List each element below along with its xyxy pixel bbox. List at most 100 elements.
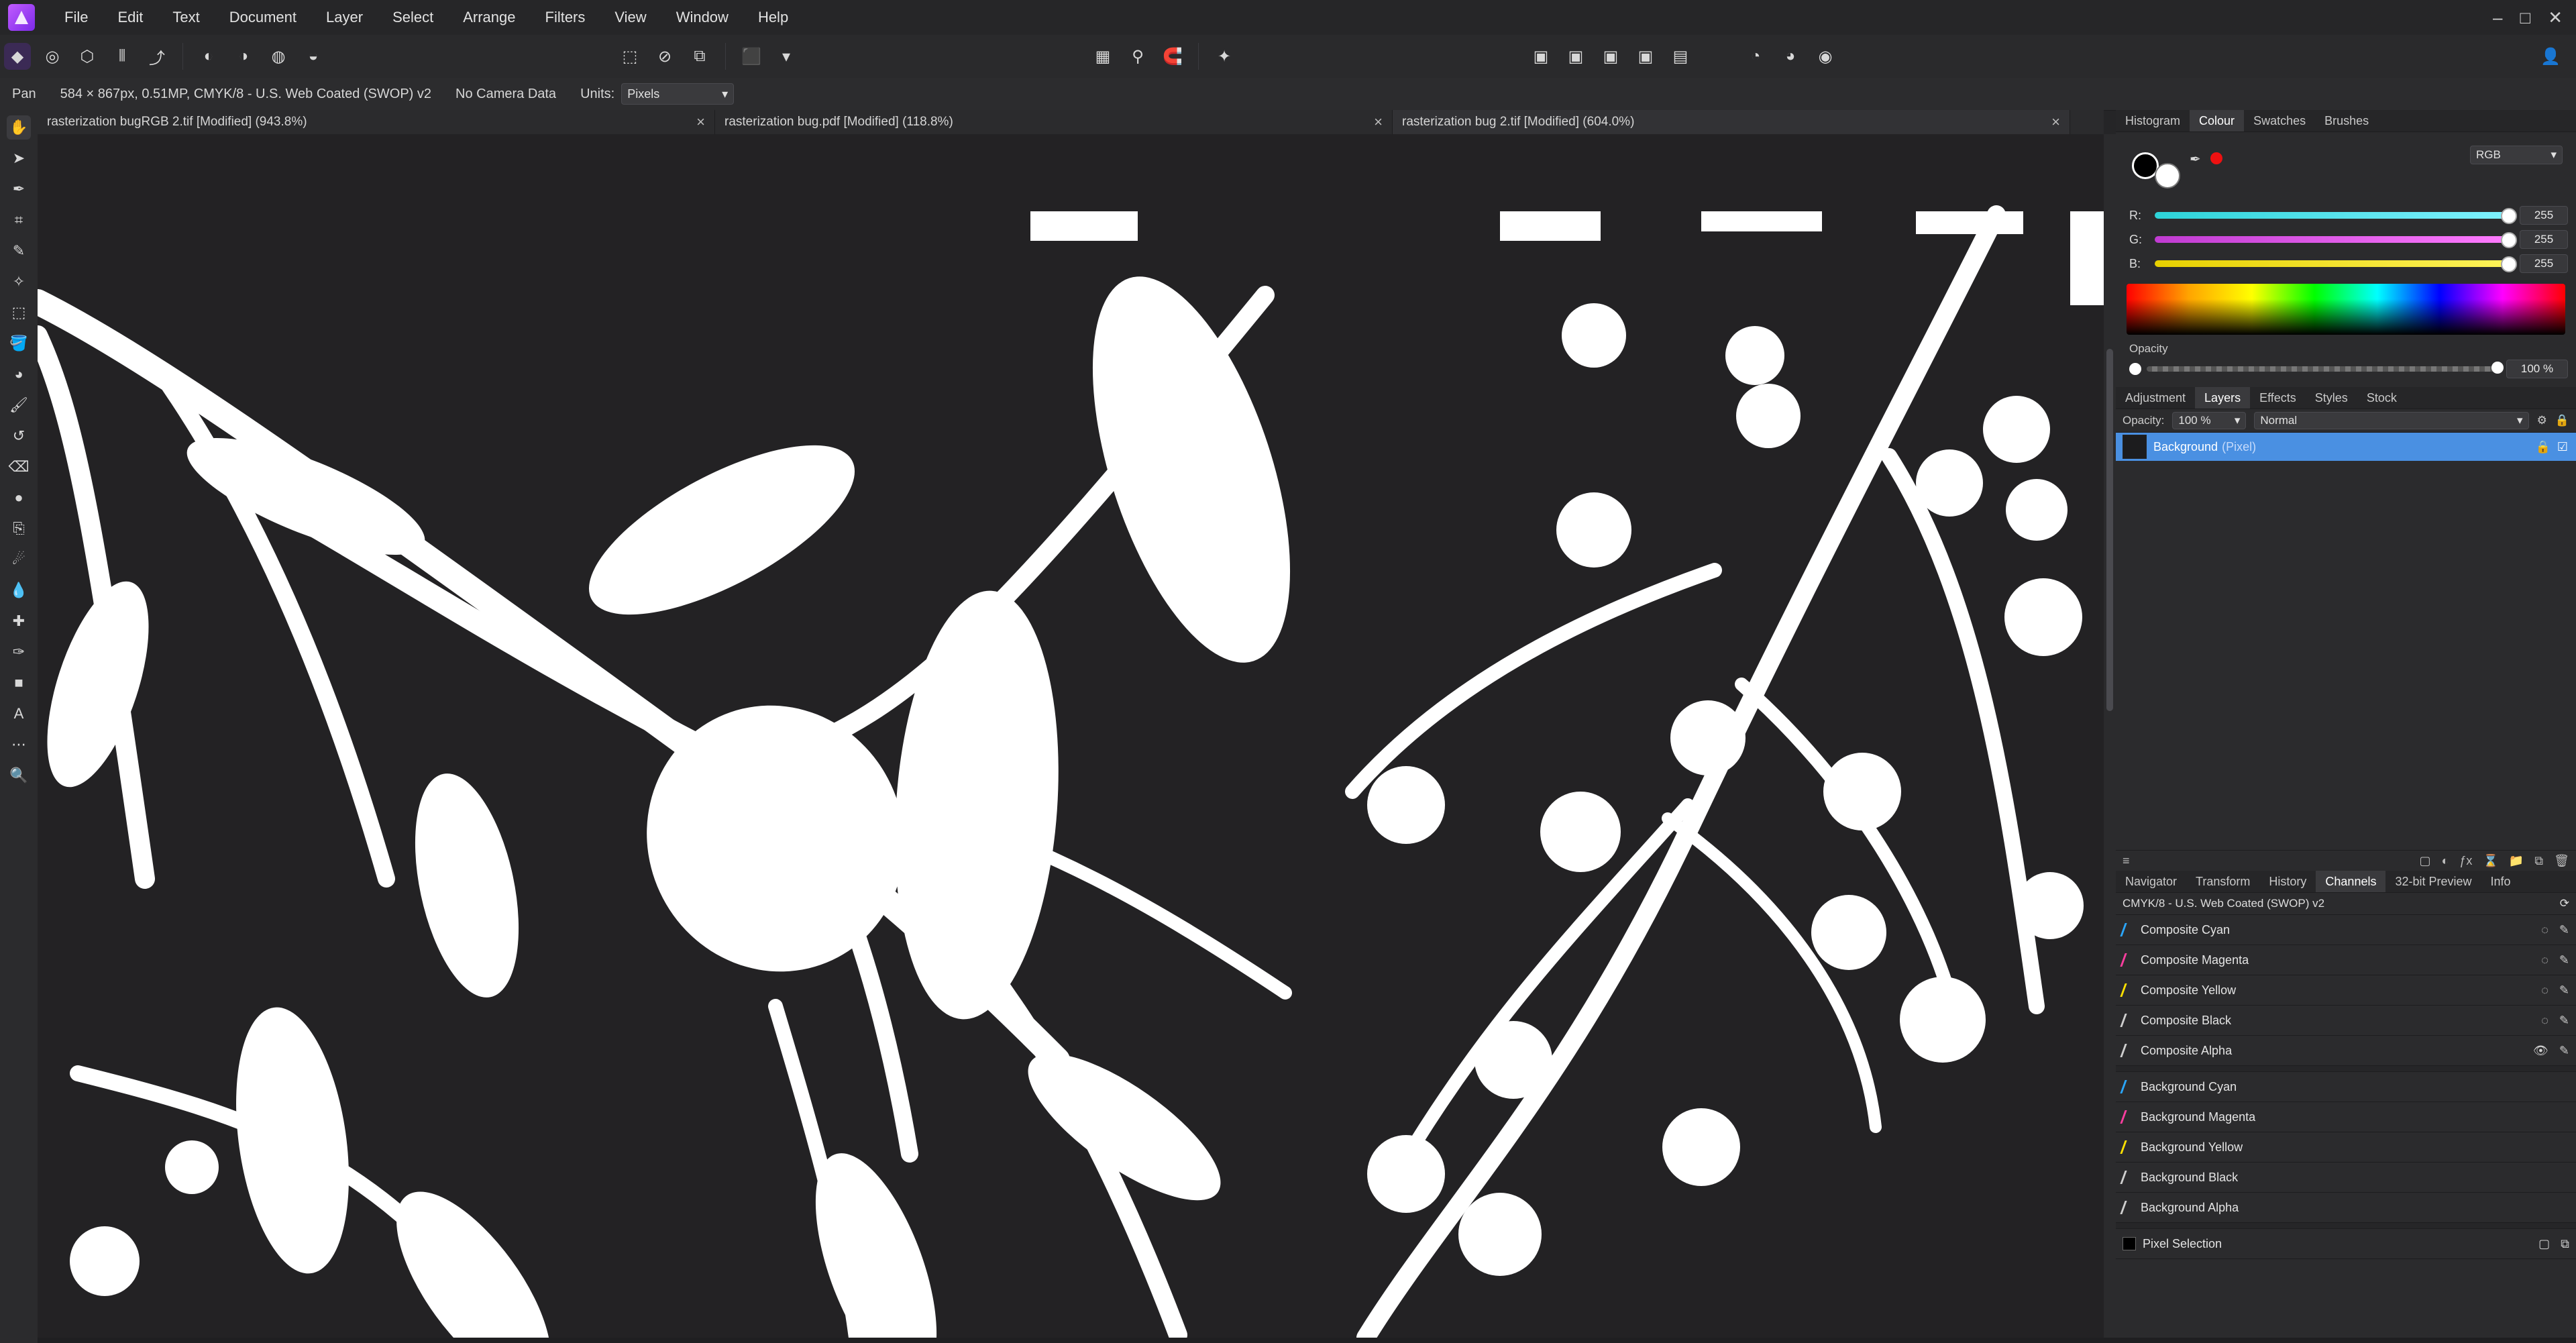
edit-icon[interactable]: ✎ bbox=[2559, 983, 2569, 998]
visibility-checkbox-icon[interactable]: ☑ bbox=[2557, 440, 2568, 454]
marquee-tool-icon[interactable]: ⬚ bbox=[7, 301, 31, 325]
pan-tool-icon[interactable]: ✋ bbox=[7, 115, 31, 140]
colour-picker-tool-icon[interactable]: ✒ bbox=[7, 177, 31, 201]
gradient-tool-icon[interactable]: ◕ bbox=[7, 362, 31, 386]
channel-composite-alpha[interactable]: Composite Alpha 👁 ✎ bbox=[2116, 1036, 2576, 1066]
persona-export-icon[interactable]: ⤴ bbox=[144, 43, 170, 70]
channel-background-alpha[interactable]: Background Alpha bbox=[2116, 1193, 2576, 1223]
clone-tool-icon[interactable]: ⎘ bbox=[7, 517, 31, 541]
red-value[interactable]: 255 bbox=[2520, 206, 2568, 225]
tab-colour[interactable]: Colour bbox=[2190, 110, 2245, 131]
canvas-vertical-scrollbar[interactable] bbox=[2104, 134, 2116, 1338]
folder-icon[interactable]: 📁 bbox=[2509, 854, 2524, 868]
eye-icon[interactable]: ◌ bbox=[2541, 1014, 2548, 1028]
opacity-value[interactable]: 100 % bbox=[2506, 360, 2568, 378]
contrast-icon[interactable]: ◑ bbox=[230, 43, 257, 70]
blend-mode-select[interactable]: Normal ▾ bbox=[2254, 412, 2529, 429]
flood-select-tool-icon[interactable]: ✧ bbox=[7, 270, 31, 294]
slider-knob[interactable] bbox=[2501, 232, 2517, 248]
tab-styles[interactable]: Styles bbox=[2306, 387, 2357, 409]
layers-empty-area[interactable] bbox=[2116, 461, 2576, 850]
settings-icon[interactable]: ⚙ bbox=[2537, 414, 2547, 427]
opacity-slider[interactable] bbox=[2147, 362, 2504, 374]
add-layer-icon[interactable]: ⧉ bbox=[2534, 854, 2543, 868]
grid-icon[interactable]: ▦ bbox=[1089, 43, 1116, 70]
blur-tool-icon[interactable]: 💧 bbox=[7, 578, 31, 602]
arrange-1-icon[interactable]: ▣ bbox=[1527, 43, 1554, 70]
green-slider[interactable] bbox=[2155, 232, 2517, 248]
units-select[interactable]: Pixels ▾ bbox=[621, 83, 735, 105]
slider-knob[interactable] bbox=[2501, 208, 2517, 224]
edit-icon[interactable]: ✎ bbox=[2559, 923, 2569, 937]
edit-icon[interactable]: ✎ bbox=[2559, 1044, 2569, 1058]
tab-layers[interactable]: Layers bbox=[2195, 387, 2251, 409]
eye-icon[interactable]: 👁 bbox=[2533, 1044, 2548, 1058]
snapping-icon[interactable]: ⚲ bbox=[1124, 43, 1151, 70]
menu-filters[interactable]: Filters bbox=[531, 0, 600, 35]
invert-selection-icon[interactable]: ⧉ bbox=[686, 43, 713, 70]
mask-icon[interactable]: ▢ bbox=[2420, 854, 2431, 868]
channel-composite-black[interactable]: Composite Black ◌ ✎ bbox=[2116, 1006, 2576, 1036]
eye-icon[interactable]: ◌ bbox=[2541, 923, 2548, 937]
colour-wheel-icon[interactable]: ◐ bbox=[195, 43, 222, 70]
crop-tool-icon[interactable]: ⌗ bbox=[7, 208, 31, 232]
minimize-icon[interactable]: – bbox=[2493, 7, 2502, 28]
arrange-3-icon[interactable]: ▣ bbox=[1597, 43, 1624, 70]
lock-icon[interactable]: 🔒 bbox=[2535, 440, 2550, 454]
menu-edit[interactable]: Edit bbox=[103, 0, 158, 35]
menu-text[interactable]: Text bbox=[158, 0, 214, 35]
colour-mode-select[interactable]: RGB ▾ bbox=[2470, 146, 2563, 164]
dodge-tool-icon[interactable]: ● bbox=[7, 486, 31, 510]
assistant-icon[interactable]: 🧲 bbox=[1159, 43, 1186, 70]
tab-navigator[interactable]: Navigator bbox=[2116, 871, 2186, 892]
no-selection-icon[interactable]: ⊘ bbox=[651, 43, 678, 70]
rgb-circles-icon[interactable]: ◍ bbox=[265, 43, 292, 70]
channel-background-yellow[interactable]: Background Yellow bbox=[2116, 1132, 2576, 1163]
blue-slider[interactable] bbox=[2155, 256, 2517, 272]
persona-1-icon[interactable]: ◔ bbox=[1742, 43, 1769, 70]
erase-tool-icon[interactable]: ⌫ bbox=[7, 455, 31, 479]
background-swatch[interactable] bbox=[2155, 163, 2180, 189]
slider-knob[interactable] bbox=[2491, 362, 2504, 374]
tab-rasterization-bug-rgb-2[interactable]: rasterization bugRGB 2.tif [Modified] (9… bbox=[38, 110, 715, 134]
smudge-tool-icon[interactable]: ☄ bbox=[7, 547, 31, 572]
arrange-5-icon[interactable]: ▤ bbox=[1667, 43, 1694, 70]
tab-history[interactable]: History bbox=[2259, 871, 2316, 892]
channel-background-magenta[interactable]: Background Magenta bbox=[2116, 1102, 2576, 1132]
adjustment-icon[interactable]: ◐ bbox=[2442, 854, 2449, 868]
tab-swatches[interactable]: Swatches bbox=[2244, 110, 2315, 131]
menu-help[interactable]: Help bbox=[743, 0, 803, 35]
refresh-icon[interactable]: ⟳ bbox=[2560, 897, 2569, 910]
alignment-icon[interactable]: ✦ bbox=[1211, 43, 1238, 70]
marquee-icon[interactable]: ⬚ bbox=[616, 43, 643, 70]
tab-info[interactable]: Info bbox=[2481, 871, 2520, 892]
channel-pixel-selection[interactable]: Pixel Selection ▢ ⧉ bbox=[2116, 1229, 2576, 1259]
edit-icon[interactable]: ✎ bbox=[2559, 1014, 2569, 1028]
arrange-4-icon[interactable]: ▣ bbox=[1632, 43, 1659, 70]
lock-icon[interactable]: 🔒 bbox=[2555, 414, 2569, 427]
colour-replace-tool-icon[interactable]: ↺ bbox=[7, 424, 31, 448]
zoom-tool-icon[interactable]: 🔍 bbox=[7, 763, 31, 788]
channel-background-black[interactable]: Background Black bbox=[2116, 1163, 2576, 1193]
dropdown-icon[interactable]: ▾ bbox=[773, 43, 800, 70]
paint-brush-tool-icon[interactable]: 🖌 bbox=[7, 393, 31, 417]
persona-3-icon[interactable]: ◉ bbox=[1812, 43, 1839, 70]
channel-background-cyan[interactable]: Background Cyan bbox=[2116, 1072, 2576, 1102]
white-balance-icon[interactable]: ◒ bbox=[300, 43, 327, 70]
mask-icon[interactable]: ▢ bbox=[2538, 1237, 2550, 1251]
menu-file[interactable]: File bbox=[50, 0, 103, 35]
recent-colour-swatch[interactable] bbox=[2210, 152, 2222, 164]
tab-histogram[interactable]: Histogram bbox=[2116, 110, 2190, 131]
save-selection-icon[interactable]: ⧉ bbox=[2561, 1237, 2569, 1251]
opacity-knob[interactable] bbox=[2129, 363, 2141, 375]
scrollbar-thumb[interactable] bbox=[2106, 349, 2113, 711]
slider-knob[interactable] bbox=[2501, 256, 2517, 272]
close-icon[interactable]: × bbox=[1374, 113, 1383, 131]
persona-tone-map-icon[interactable]: ⫴ bbox=[109, 43, 136, 70]
tab-effects[interactable]: Effects bbox=[2250, 387, 2306, 409]
persona-develop-icon[interactable]: ⬡ bbox=[74, 43, 101, 70]
tab-channels[interactable]: Channels bbox=[2316, 871, 2386, 892]
inpainting-tool-icon[interactable]: ✚ bbox=[7, 609, 31, 633]
quick-mask-icon[interactable]: ⬛ bbox=[738, 43, 765, 70]
fill-tool-icon[interactable]: 🪣 bbox=[7, 331, 31, 356]
